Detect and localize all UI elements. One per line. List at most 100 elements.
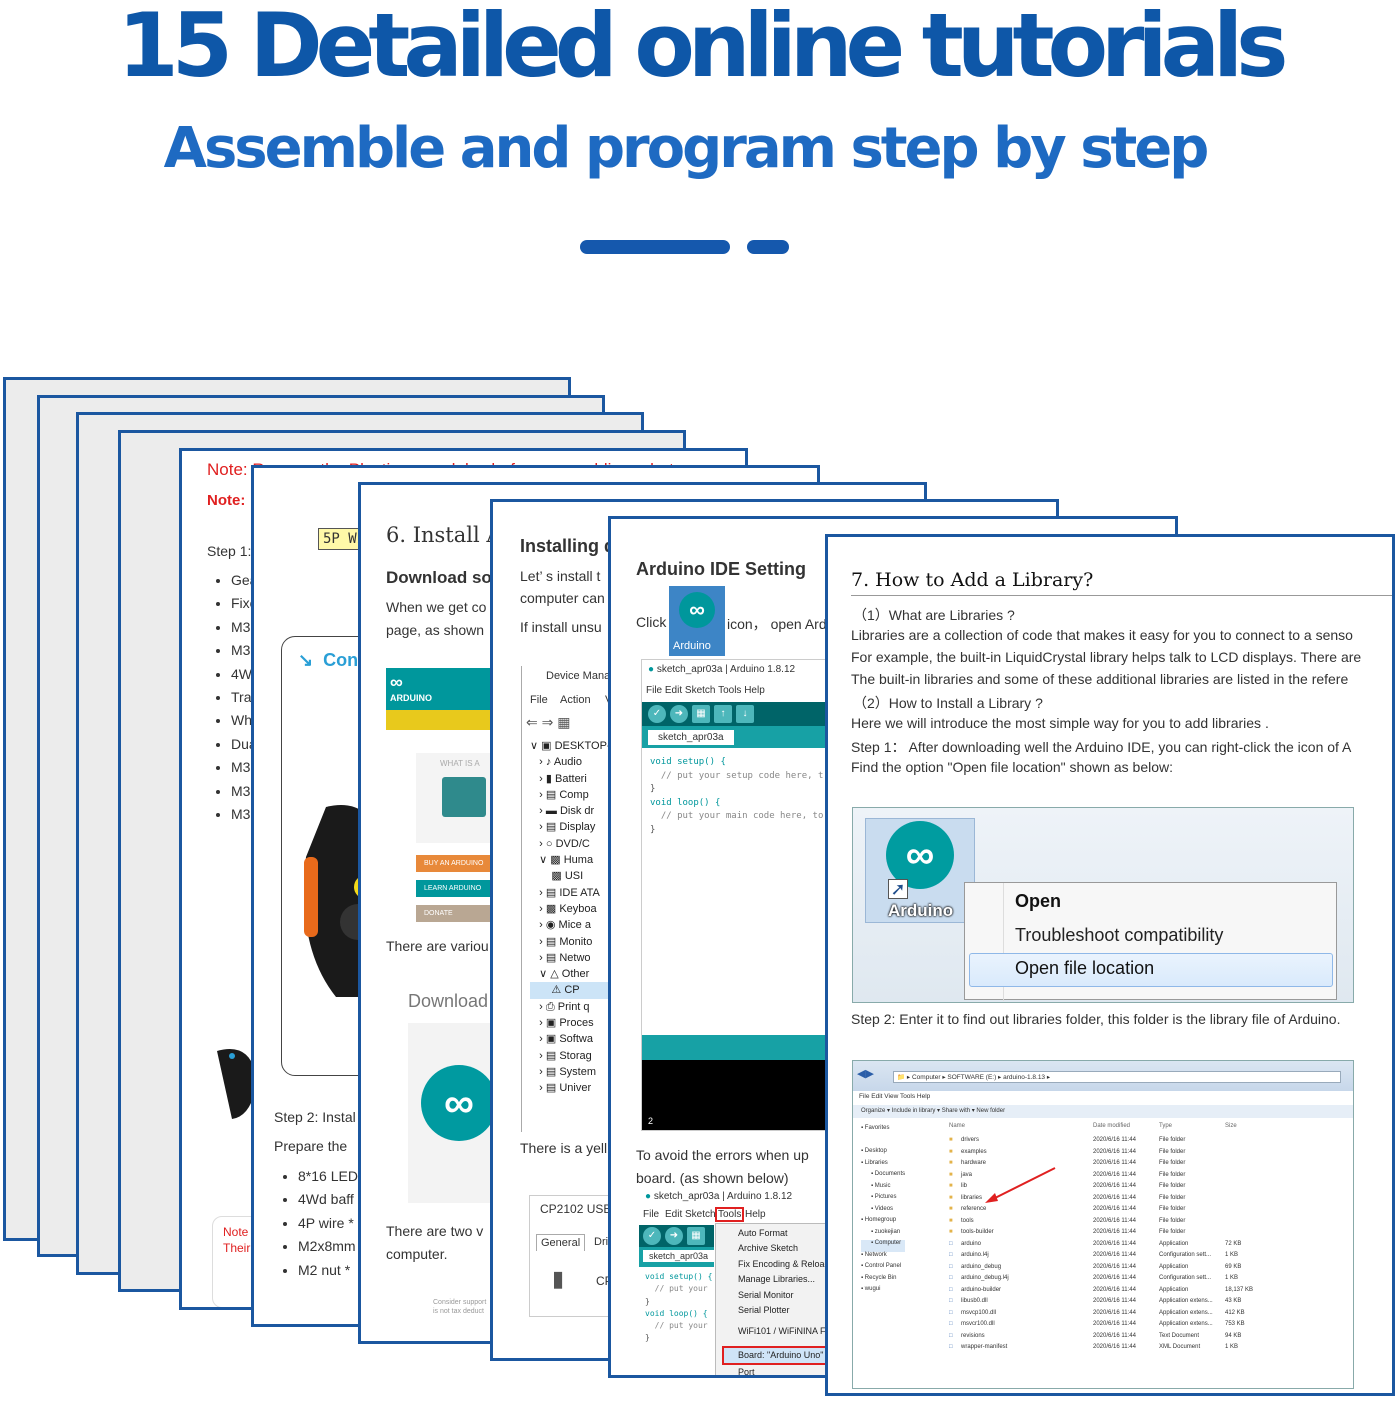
menu-file[interactable]: File bbox=[530, 694, 548, 706]
tree-item[interactable]: ∨ △ Other bbox=[530, 966, 611, 982]
menu-item-wifi-firmware[interactable]: WiFi101 / WiFiNINA Fi bbox=[738, 1324, 830, 1339]
nav-item[interactable]: ▪ Desktop bbox=[861, 1148, 905, 1160]
arduino-desktop-icon[interactable]: ∞ Arduino bbox=[669, 586, 725, 656]
file-row[interactable]: □ arduino 2020/6/16 11:44 Application 72 KB bbox=[949, 1241, 1289, 1253]
upload-icon[interactable]: ➜ bbox=[670, 705, 688, 723]
nav-item[interactable]: ▪ Homegroup bbox=[861, 1217, 905, 1229]
new-icon[interactable]: ▦ bbox=[687, 1227, 705, 1245]
nav-item[interactable]: ▪ Libraries bbox=[861, 1160, 905, 1172]
back-forward-icon[interactable]: ◀▶ bbox=[857, 1067, 874, 1080]
column-type[interactable]: Type bbox=[1159, 1123, 1172, 1129]
nav-item[interactable]: ▪ Control Panel bbox=[861, 1263, 905, 1275]
tree-item[interactable]: › ○ DVD/C bbox=[530, 836, 611, 852]
tree-item[interactable]: ∨ ▩ Huma bbox=[530, 852, 611, 868]
menu-item-serial-monitor[interactable]: Serial Monitor bbox=[738, 1288, 830, 1303]
nav-item[interactable]: ▪ Pictures bbox=[861, 1194, 905, 1206]
tree-item[interactable]: › ▤ Display bbox=[530, 819, 611, 835]
column-name[interactable]: Name bbox=[949, 1123, 965, 1129]
code-editor[interactable]: void setup() { // put your setup code he… bbox=[650, 756, 823, 838]
menu-tools[interactable]: Tools bbox=[715, 1207, 745, 1222]
tree-item[interactable]: › ▤ Netwo bbox=[530, 950, 611, 966]
file-row[interactable]: □ arduino-builder 2020/6/16 11:44 Applicat… bbox=[949, 1287, 1289, 1299]
code-editor[interactable]: void setup() { // put your } void loop()… bbox=[645, 1271, 712, 1345]
nav-item[interactable]: ▪ Favorites bbox=[861, 1125, 905, 1137]
tree-item[interactable]: ∨ ▣ DESKTOP- bbox=[530, 738, 611, 754]
nav-item[interactable]: ▪ wugui bbox=[861, 1286, 905, 1298]
file-row[interactable]: ■ tools 2020/6/16 11:44 File folder bbox=[949, 1218, 1289, 1230]
tree-item[interactable]: › ▮ Batteri bbox=[530, 771, 611, 787]
new-icon[interactable]: ▦ bbox=[692, 705, 710, 723]
file-name: msvcp100.dll bbox=[961, 1309, 997, 1316]
menu-item-archive-sketch[interactable]: Archive Sketch bbox=[738, 1241, 830, 1256]
menu-item-manage-libraries[interactable]: Manage Libraries... bbox=[738, 1272, 830, 1287]
buy-arduino-button[interactable]: BUY AN ARDUINO bbox=[416, 855, 496, 872]
tree-item[interactable]: › ♪ Audio bbox=[530, 754, 611, 770]
menu-item-serial-plotter[interactable]: Serial Plotter bbox=[738, 1303, 830, 1318]
file-row[interactable]: □ arduino_debug.l4j 2020/6/16 11:44 Config… bbox=[949, 1275, 1289, 1287]
tree-item[interactable]: › ◉ Mice a bbox=[530, 917, 611, 933]
menu-sketch[interactable]: Sketch bbox=[685, 1209, 716, 1220]
tree-item[interactable]: ▩ USI bbox=[530, 868, 611, 884]
file-row[interactable]: □ arduino_debug 2020/6/16 11:44 Applicatio… bbox=[949, 1264, 1289, 1276]
tree-item[interactable]: › ▣ Proces bbox=[530, 1015, 611, 1031]
arduino-desktop-icon[interactable]: ∞ ➚ Arduino bbox=[865, 818, 975, 923]
nav-item[interactable]: ▪ Network bbox=[861, 1252, 905, 1264]
menu-item-fix-encoding[interactable]: Fix Encoding & Reload bbox=[738, 1257, 830, 1272]
tab-general[interactable]: General bbox=[536, 1234, 586, 1251]
ide-menu[interactable]: File Edit Sketch Tools Help bbox=[646, 685, 765, 696]
context-menu-troubleshoot[interactable]: Troubleshoot compatibility bbox=[1015, 925, 1223, 946]
sketch-tab[interactable]: sketch_apr03a bbox=[648, 730, 734, 745]
tree-item[interactable]: ⚠ CP bbox=[530, 982, 611, 999]
nav-item[interactable]: ▪ zuokejian bbox=[861, 1229, 905, 1241]
nav-item[interactable]: ▪ Music bbox=[861, 1183, 905, 1195]
tree-item[interactable]: › ▤ Comp bbox=[530, 787, 611, 803]
file-row[interactable]: ■ drivers 2020/6/16 11:44 File folder bbox=[949, 1137, 1289, 1149]
file-row[interactable]: ■ reference 2020/6/16 11:44 File folder bbox=[949, 1206, 1289, 1218]
tree-item[interactable]: › ▤ Storag bbox=[530, 1048, 611, 1064]
nav-item[interactable]: ▪ Recycle Bin bbox=[861, 1275, 905, 1287]
menu-item-port[interactable]: Port bbox=[738, 1365, 830, 1375]
save-icon[interactable]: ↓ bbox=[736, 705, 754, 723]
tree-item[interactable]: › ⎙ Print q bbox=[530, 999, 611, 1015]
file-row[interactable]: □ msvcr100.dll 2020/6/16 11:44 Application… bbox=[949, 1321, 1289, 1333]
toolbar-nav-icon[interactable]: ⇐ ⇒ ▦ bbox=[526, 714, 570, 731]
explorer-menu[interactable]: File Edit View Tools Help bbox=[859, 1093, 930, 1100]
file-row[interactable]: □ libusb0.dll 2020/6/16 11:44 Application … bbox=[949, 1298, 1289, 1310]
context-menu-open-file-location[interactable]: Open file location bbox=[1015, 958, 1154, 979]
toolbar-actions[interactable]: Organize ▾ Include in library ▾ Share wi… bbox=[861, 1107, 1005, 1114]
file-row[interactable]: □ msvcp100.dll 2020/6/16 11:44 Application… bbox=[949, 1310, 1289, 1322]
menu-file[interactable]: File bbox=[643, 1209, 659, 1220]
donate-button[interactable]: DONATE bbox=[416, 905, 496, 922]
menu-action[interactable]: Action bbox=[560, 694, 591, 706]
verify-icon[interactable]: ✓ bbox=[648, 705, 666, 723]
tree-item[interactable]: › ▣ Softwa bbox=[530, 1031, 611, 1047]
tree-item[interactable]: › ▬ Disk dr bbox=[530, 803, 611, 819]
nav-item[interactable]: ▪ Videos bbox=[861, 1206, 905, 1218]
file-row[interactable]: □ arduino.l4j 2020/6/16 11:44 Configuratio… bbox=[949, 1252, 1289, 1264]
file-row[interactable]: ■ tools-builder 2020/6/16 11:44 File folde… bbox=[949, 1229, 1289, 1241]
tree-item[interactable]: › ▤ Monito bbox=[530, 934, 611, 950]
nav-item[interactable]: ▪ Computer bbox=[861, 1240, 906, 1252]
menu-item-auto-format[interactable]: Auto Format bbox=[738, 1226, 830, 1241]
menu-help[interactable]: Help bbox=[745, 1209, 766, 1220]
verify-icon[interactable]: ✓ bbox=[643, 1227, 661, 1245]
tree-item[interactable]: › ▤ System bbox=[530, 1064, 611, 1080]
column-size[interactable]: Size bbox=[1225, 1123, 1237, 1129]
tree-item[interactable]: › ▤ IDE ATA bbox=[530, 885, 611, 901]
sketch-tab[interactable]: sketch_apr03a bbox=[643, 1250, 715, 1262]
nav-item[interactable]: ▪ Documents bbox=[861, 1171, 905, 1183]
menu-edit[interactable]: Edit bbox=[665, 1209, 682, 1220]
address-bar[interactable]: 📁 ▸ Computer ▸ SOFTWARE (E:) ▸ arduino-1… bbox=[893, 1071, 1341, 1083]
tree-item[interactable]: › ▩ Keyboa bbox=[530, 901, 611, 917]
nav-item[interactable] bbox=[861, 1137, 905, 1149]
learn-arduino-button[interactable]: LEARN ARDUINO bbox=[416, 880, 496, 897]
menu-item-board[interactable]: Board: "Arduino Uno" bbox=[722, 1345, 830, 1366]
open-icon[interactable]: ↑ bbox=[714, 705, 732, 723]
upload-icon[interactable]: ➜ bbox=[665, 1227, 683, 1245]
tree-item[interactable]: › ▤ Univer bbox=[530, 1080, 611, 1096]
file-row[interactable]: □ revisions 2020/6/16 11:44 Text Document 9… bbox=[949, 1333, 1289, 1345]
context-menu-open[interactable]: Open bbox=[1015, 891, 1061, 912]
column-date[interactable]: Date modified bbox=[1093, 1123, 1130, 1129]
file-row[interactable]: □ wrapper-manifest 2020/6/16 11:44 XML Doc… bbox=[949, 1344, 1289, 1356]
file-row[interactable]: ■ examples 2020/6/16 11:44 File folder bbox=[949, 1149, 1289, 1161]
